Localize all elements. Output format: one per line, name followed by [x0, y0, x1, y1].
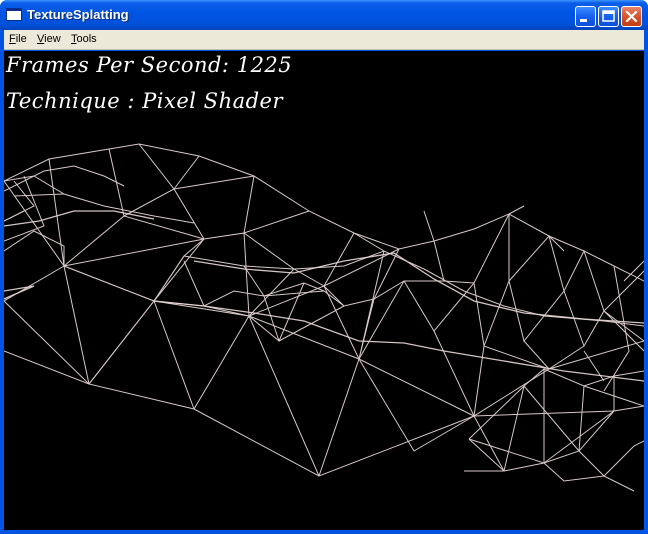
fps-label: Frames Per Second:: [6, 53, 230, 77]
title-bar[interactable]: TextureSplatting: [0, 0, 648, 30]
window-icon[interactable]: [6, 8, 22, 21]
menu-file[interactable]: File: [9, 33, 27, 45]
technique-label: Technique :: [6, 89, 135, 113]
close-icon: [625, 10, 638, 23]
close-button[interactable]: [621, 6, 642, 27]
menu-view[interactable]: View: [37, 33, 61, 45]
minimize-icon: [580, 19, 587, 22]
application-window: TextureSplatting File View Tools Frames …: [0, 0, 648, 534]
menu-tools[interactable]: Tools: [71, 33, 97, 45]
technique-readout: Technique : Pixel Shader: [6, 89, 283, 113]
window-title: TextureSplatting: [27, 7, 129, 22]
render-viewport[interactable]: Frames Per Second: 1225 Technique : Pixe…: [4, 51, 644, 530]
terrain-wireframe: [4, 143, 644, 492]
maximize-icon: [602, 10, 615, 22]
fps-value: 1225: [236, 53, 293, 77]
minimize-button[interactable]: [575, 6, 596, 27]
maximize-button[interactable]: [598, 6, 619, 27]
technique-value: Pixel Shader: [142, 89, 284, 113]
fps-readout: Frames Per Second: 1225: [6, 53, 292, 77]
menu-bar: File View Tools: [4, 30, 644, 50]
